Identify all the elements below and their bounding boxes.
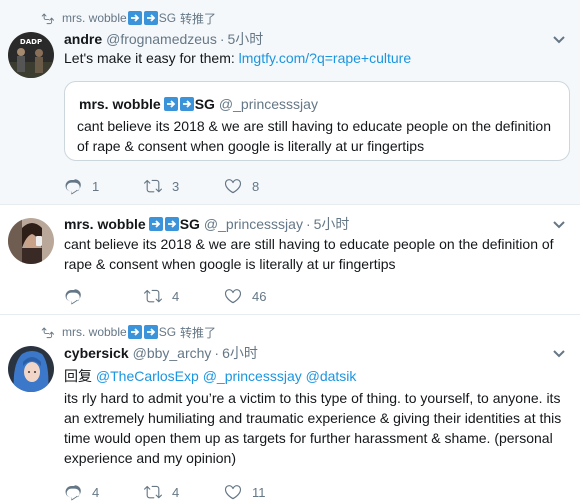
quoted-tweet[interactable]: mrs. wobble SG @_princesssjay cant belie… [64, 81, 570, 161]
avatar[interactable]: DADP [8, 32, 54, 78]
retweet-context: mrs. wobble SG 转推了 [40, 324, 216, 340]
like-icon [224, 177, 242, 195]
reply-button[interactable]: 4 [64, 483, 144, 501]
retweet-count: 3 [172, 178, 180, 194]
arrow-right-emoji [127, 11, 142, 25]
quote-handle: @_princesssjay [218, 96, 318, 112]
retweeter-tag: SG [158, 325, 177, 339]
mention-link[interactable]: @_princesssjay [203, 368, 302, 384]
retweet-count: 4 [172, 484, 180, 500]
retweet-count: 4 [172, 288, 180, 304]
retweet-icon [40, 325, 56, 339]
arrow-right-emoji [164, 217, 179, 231]
like-button[interactable]: 46 [224, 287, 304, 305]
chevron-down-icon[interactable] [552, 217, 566, 231]
like-count: 11 [252, 484, 266, 500]
author-name[interactable]: mrs. wobble [64, 216, 146, 232]
retweet-icon [144, 287, 162, 305]
arrow-right-emoji [127, 325, 142, 339]
reply-button[interactable]: 1 [64, 177, 144, 195]
arrow-right-emoji [143, 11, 158, 25]
avatar[interactable] [8, 218, 54, 264]
arrow-right-emoji [148, 217, 163, 231]
like-icon [224, 287, 242, 305]
reply-button[interactable] [64, 287, 144, 305]
author-tag: SG [179, 216, 200, 232]
quote-header: mrs. wobble SG @_princesssjay [79, 96, 318, 112]
like-icon [224, 483, 242, 501]
retweet-icon [144, 177, 162, 195]
tweet-header: mrs. wobble SG @_princesssjay · 5小时 [64, 214, 350, 234]
reply-icon [64, 177, 82, 195]
avatar[interactable] [8, 346, 54, 392]
retweet-icon [144, 483, 162, 501]
reply-count: 4 [92, 484, 100, 500]
retweeter-tag: SG [158, 11, 177, 25]
retweeter-name[interactable]: mrs. wobble [62, 325, 127, 339]
timestamp[interactable]: 5小时 [314, 214, 350, 234]
retweet-context: mrs. wobble SG 转推了 [40, 10, 216, 26]
like-button[interactable]: 11 [224, 483, 304, 501]
reply-count: 1 [92, 178, 100, 194]
svg-text:DADP: DADP [20, 38, 42, 46]
quote-author: mrs. wobble [79, 96, 161, 112]
tweet-actions: 4 46 [64, 287, 304, 305]
reply-icon [64, 483, 82, 501]
author-name[interactable]: cybersick [64, 345, 129, 361]
reply-context: 回复 @TheCarlosExp @_princesssjay @datsik [64, 366, 568, 386]
author-handle[interactable]: @_princesssjay [204, 216, 303, 232]
arrow-right-emoji [163, 97, 178, 111]
retweet-suffix: 转推了 [180, 11, 217, 26]
tweet-header: andre @frognamedzeus · 5小时 [64, 29, 264, 49]
timestamp[interactable]: 6小时 [222, 343, 258, 363]
retweet-icon [40, 11, 56, 25]
tweet-text: cant believe its 2018 & we are still hav… [64, 236, 554, 272]
reply-prefix: 回复 [64, 368, 96, 384]
tweet-text: its rly hard to admit you’re a victim to… [64, 390, 562, 466]
retweet-button[interactable]: 4 [144, 483, 224, 501]
mention-link[interactable]: @datsik [306, 368, 357, 384]
tweet-andre[interactable]: mrs. wobble SG 转推了 DADP andre @frognamed… [0, 0, 580, 205]
tweet-actions: 1 3 8 [64, 177, 304, 195]
tweet-link[interactable]: lmgtfy.com/?q=rape+culture [239, 50, 412, 66]
tweet-text-prefix: Let's make it easy for them: [64, 50, 239, 66]
chevron-down-icon[interactable] [552, 346, 566, 360]
author-name[interactable]: andre [64, 31, 102, 47]
retweet-suffix: 转推了 [180, 325, 217, 340]
tweet-text: Let's make it easy for them: lmgtfy.com/… [64, 48, 568, 68]
arrow-right-emoji [143, 325, 158, 339]
mention-link[interactable]: @TheCarlosExp [96, 368, 199, 384]
retweeter-name[interactable]: mrs. wobble [62, 11, 127, 25]
tweet-mrs-wobble[interactable]: mrs. wobble SG @_princesssjay · 5小时 cant… [0, 205, 580, 315]
retweet-button[interactable]: 4 [144, 287, 224, 305]
like-button[interactable]: 8 [224, 177, 304, 195]
tweet-actions: 4 4 11 [64, 483, 304, 501]
tweet-header: cybersick @bby_archy · 6小时 [64, 343, 258, 363]
quote-text: cant believe its 2018 & we are still hav… [77, 118, 551, 154]
author-handle[interactable]: @bby_archy [133, 345, 212, 361]
quote-tag: SG [194, 96, 215, 112]
timestamp[interactable]: 5小时 [228, 29, 264, 49]
tweet-cybersick[interactable]: mrs. wobble SG 转推了 cybersick @bby_archy … [0, 315, 580, 502]
like-count: 46 [252, 288, 267, 304]
author-handle[interactable]: @frognamedzeus [106, 31, 217, 47]
reply-icon [64, 287, 82, 305]
retweet-button[interactable]: 3 [144, 177, 224, 195]
arrow-right-emoji [179, 97, 194, 111]
like-count: 8 [252, 178, 260, 194]
chevron-down-icon[interactable] [552, 32, 566, 46]
